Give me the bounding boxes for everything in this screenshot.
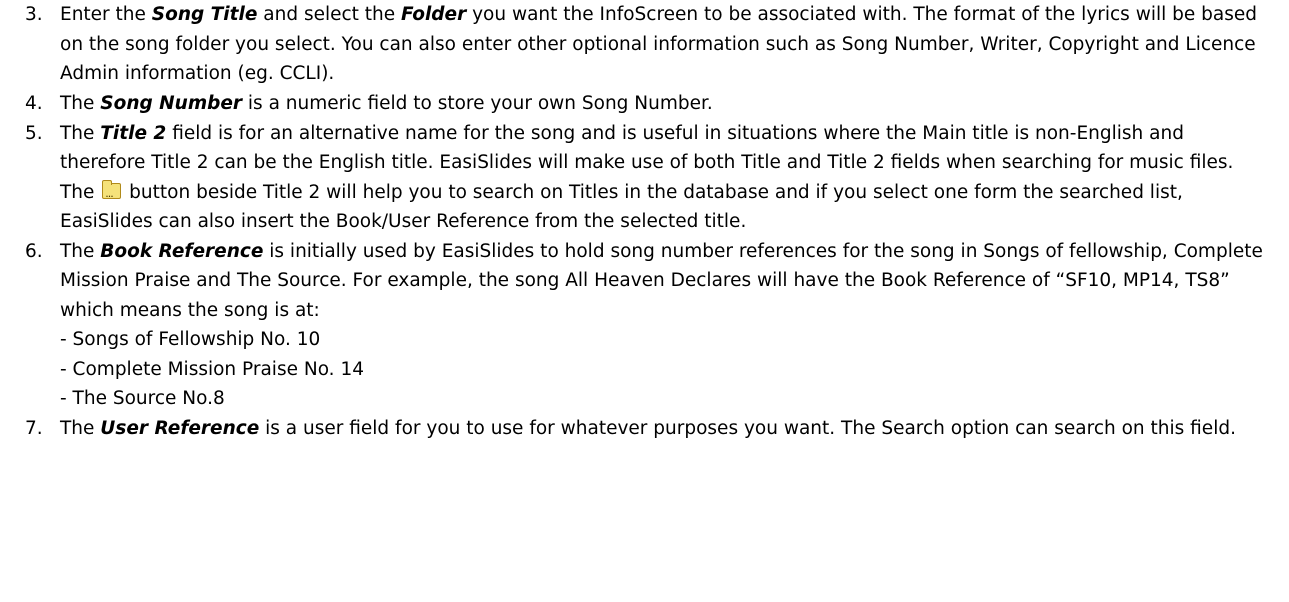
step-4: 4. The Song Number is a numeric field to… — [0, 89, 1289, 119]
step-number: 5. — [25, 122, 43, 144]
step-text: The — [60, 92, 101, 114]
step-6: 6. The Book Reference is initially used … — [0, 237, 1289, 414]
term-folder: Folder — [401, 4, 467, 25]
step-text: The — [60, 418, 101, 440]
term-title-2: Title 2 — [100, 122, 167, 144]
folder-browse-icon — [102, 179, 122, 208]
term-song-title: Song Title — [151, 4, 258, 25]
step-5: 5. The Title 2 field is for an alternati… — [0, 119, 1289, 237]
step-number: 6. — [25, 240, 43, 262]
step-7: 7. The User Reference is a user field fo… — [0, 414, 1289, 444]
sub-item: - The Source No.8 — [60, 388, 225, 410]
step-text: Enter the — [60, 4, 152, 25]
step-number: 3. — [25, 4, 43, 25]
step-text: The — [60, 122, 101, 144]
term-song-number: Song Number — [100, 92, 243, 114]
step-text: and select the — [257, 4, 402, 25]
step-3: 3. Enter the Song Title and select the F… — [0, 0, 1289, 89]
step-text: is a user field for you to use for whate… — [259, 418, 1236, 440]
steps-list: 3. Enter the Song Title and select the F… — [0, 0, 1289, 444]
step-number: 4. — [25, 92, 43, 114]
sub-item: - Songs of Fellowship No. 10 — [60, 329, 321, 351]
step-text: is a numeric field to store your own Son… — [242, 92, 713, 114]
step-text: button beside Title 2 will help you to s… — [60, 181, 1183, 233]
term-user-reference: User Reference — [100, 418, 260, 440]
step-number: 7. — [25, 418, 43, 440]
step-text: The — [60, 240, 101, 262]
sub-item: - Complete Mission Praise No. 14 — [60, 358, 364, 380]
term-book-reference: Book Reference — [100, 240, 264, 262]
